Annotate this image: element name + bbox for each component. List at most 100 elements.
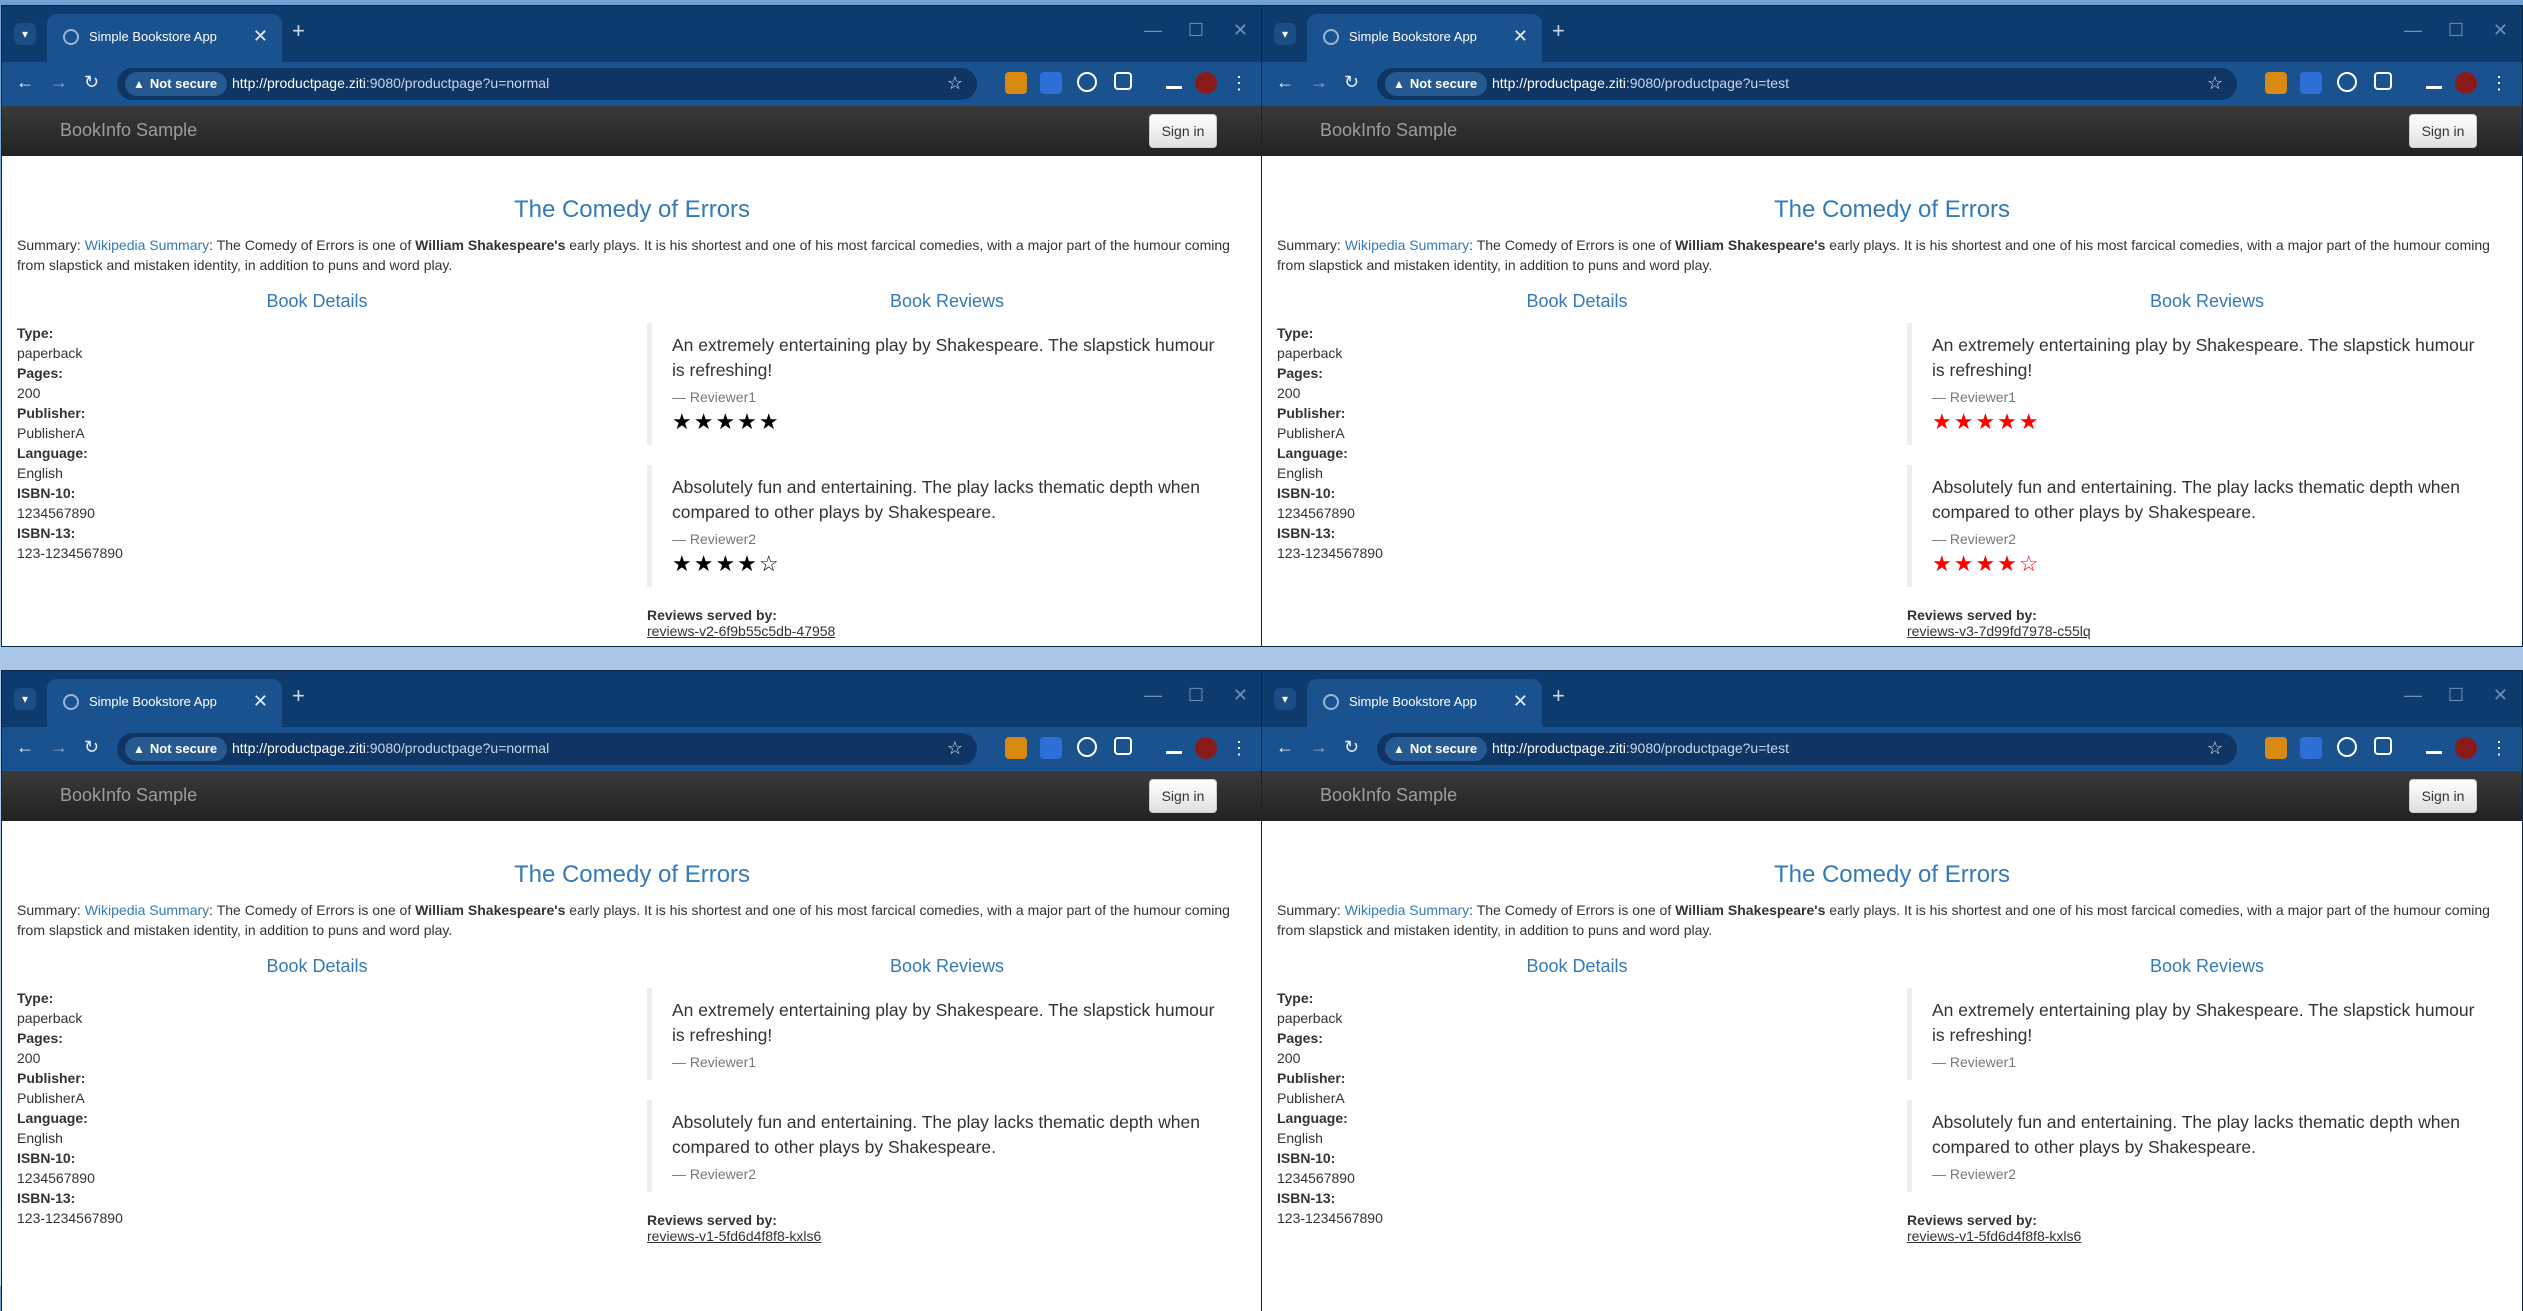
bookmark-star-icon[interactable]: ☆: [2207, 738, 2223, 759]
menu-kebab-icon[interactable]: ⋮: [1228, 72, 1250, 94]
menu-kebab-icon[interactable]: ⋮: [1228, 737, 1250, 759]
new-tab-icon[interactable]: +: [1552, 683, 1565, 709]
maximize-icon[interactable]: ☐: [2448, 685, 2464, 706]
maximize-icon[interactable]: ☐: [1188, 20, 1204, 41]
extension-icon[interactable]: [1005, 72, 1027, 94]
minimize-icon[interactable]: —: [2404, 685, 2422, 706]
brand[interactable]: BookInfo Sample: [1320, 120, 1457, 141]
close-tab-icon[interactable]: ✕: [253, 26, 268, 47]
minimize-icon[interactable]: —: [1144, 20, 1162, 41]
download-icon[interactable]: [2426, 72, 2442, 89]
address-bar[interactable]: ▲ Not secure http://productpage.ziti:9080…: [1377, 68, 2237, 100]
wikipedia-summary-link[interactable]: Wikipedia Summary: [1345, 902, 1469, 918]
brand[interactable]: BookInfo Sample: [60, 120, 197, 141]
extension-icon[interactable]: [1040, 737, 1062, 759]
profile-avatar[interactable]: [1195, 72, 1217, 94]
not-secure-badge[interactable]: ▲ Not secure: [1385, 72, 1488, 96]
extensions-puzzle-icon[interactable]: [2374, 72, 2392, 90]
app-navbar: BookInfo Sample Sign in: [1262, 771, 2522, 821]
wikipedia-summary-link[interactable]: Wikipedia Summary: [85, 902, 209, 918]
extension-icon[interactable]: [1005, 737, 1027, 759]
download-icon[interactable]: [1166, 737, 1182, 754]
reload-icon[interactable]: ↻: [1344, 737, 1359, 758]
maximize-icon[interactable]: ☐: [1188, 685, 1204, 706]
extension-icon[interactable]: [1077, 72, 1097, 92]
extension-icon[interactable]: [2265, 72, 2287, 94]
profile-avatar[interactable]: [1195, 737, 1217, 759]
tab-search-icon[interactable]: ▾: [1274, 23, 1296, 45]
browser-tab[interactable]: Simple Bookstore App ✕: [47, 14, 282, 62]
tab-search-icon[interactable]: ▾: [14, 23, 36, 45]
close-window-icon[interactable]: ✕: [2493, 20, 2508, 41]
new-tab-icon[interactable]: +: [292, 683, 305, 709]
tab-search-icon[interactable]: ▾: [14, 688, 36, 710]
forward-icon[interactable]: →: [50, 737, 68, 758]
bookmark-star-icon[interactable]: ☆: [2207, 73, 2223, 94]
url-text[interactable]: http://productpage.ziti:9080/productpage…: [232, 75, 549, 91]
close-tab-icon[interactable]: ✕: [1513, 26, 1528, 47]
brand[interactable]: BookInfo Sample: [1320, 785, 1457, 806]
extension-icon[interactable]: [2265, 737, 2287, 759]
url-text[interactable]: http://productpage.ziti:9080/productpage…: [232, 740, 549, 756]
browser-tab[interactable]: Simple Bookstore App ✕: [1307, 679, 1542, 727]
maximize-icon[interactable]: ☐: [2448, 20, 2464, 41]
minimize-icon[interactable]: —: [2404, 20, 2422, 41]
address-bar[interactable]: ▲ Not secure http://productpage.ziti:9080…: [1377, 733, 2237, 765]
close-window-icon[interactable]: ✕: [1233, 685, 1248, 706]
extension-icon[interactable]: [2337, 72, 2357, 92]
not-secure-badge[interactable]: ▲ Not secure: [1385, 737, 1488, 761]
extension-icon[interactable]: [1077, 737, 1097, 757]
served-by-pod: reviews-v2-6f9b55c5db-47958: [647, 623, 836, 639]
close-tab-icon[interactable]: ✕: [1513, 691, 1528, 712]
back-icon[interactable]: ←: [16, 737, 34, 758]
bookmark-star-icon[interactable]: ☆: [947, 73, 963, 94]
browser-tab[interactable]: Simple Bookstore App ✕: [1307, 14, 1542, 62]
brand[interactable]: BookInfo Sample: [60, 785, 197, 806]
address-bar[interactable]: ▲ Not secure http://productpage.ziti:9080…: [117, 733, 977, 765]
sign-in-button[interactable]: Sign in: [2409, 114, 2477, 148]
back-icon[interactable]: ←: [1276, 72, 1294, 93]
menu-kebab-icon[interactable]: ⋮: [2488, 737, 2510, 759]
profile-avatar[interactable]: [2455, 737, 2477, 759]
download-icon[interactable]: [2426, 737, 2442, 754]
tab-search-icon[interactable]: ▾: [1274, 688, 1296, 710]
wikipedia-summary-link[interactable]: Wikipedia Summary: [1345, 237, 1469, 253]
reload-icon[interactable]: ↻: [84, 72, 99, 93]
extension-icon[interactable]: [2300, 737, 2322, 759]
forward-icon[interactable]: →: [50, 72, 68, 93]
browser-tab[interactable]: Simple Bookstore App ✕: [47, 679, 282, 727]
forward-icon[interactable]: →: [1310, 72, 1328, 93]
address-bar[interactable]: ▲ Not secure http://productpage.ziti:9080…: [117, 68, 977, 100]
not-secure-badge[interactable]: ▲ Not secure: [125, 737, 228, 761]
close-window-icon[interactable]: ✕: [1233, 20, 1248, 41]
extension-icon[interactable]: [1040, 72, 1062, 94]
wikipedia-summary-link[interactable]: Wikipedia Summary: [85, 237, 209, 253]
menu-kebab-icon[interactable]: ⋮: [2488, 72, 2510, 94]
close-window-icon[interactable]: ✕: [2493, 685, 2508, 706]
profile-avatar[interactable]: [2455, 72, 2477, 94]
forward-icon[interactable]: →: [1310, 737, 1328, 758]
served-by-label: Reviews served by:: [647, 1212, 777, 1228]
sign-in-button[interactable]: Sign in: [1149, 779, 1217, 813]
extension-icon[interactable]: [2337, 737, 2357, 757]
minimize-icon[interactable]: —: [1144, 685, 1162, 706]
back-icon[interactable]: ←: [16, 72, 34, 93]
download-icon[interactable]: [1166, 72, 1182, 89]
close-tab-icon[interactable]: ✕: [253, 691, 268, 712]
not-secure-badge[interactable]: ▲ Not secure: [125, 72, 228, 96]
sign-in-button[interactable]: Sign in: [2409, 779, 2477, 813]
extensions-puzzle-icon[interactable]: [1114, 737, 1132, 755]
new-tab-icon[interactable]: +: [1552, 18, 1565, 44]
sign-in-button[interactable]: Sign in: [1149, 114, 1217, 148]
url-text[interactable]: http://productpage.ziti:9080/productpage…: [1492, 740, 1789, 756]
bookmark-star-icon[interactable]: ☆: [947, 738, 963, 759]
back-icon[interactable]: ←: [1276, 737, 1294, 758]
reload-icon[interactable]: ↻: [84, 737, 99, 758]
extension-icon[interactable]: [2300, 72, 2322, 94]
reload-icon[interactable]: ↻: [1344, 72, 1359, 93]
new-tab-icon[interactable]: +: [292, 18, 305, 44]
url-text[interactable]: http://productpage.ziti:9080/productpage…: [1492, 75, 1789, 91]
summary-mid: : The Comedy of Errors is one of: [1469, 237, 1676, 253]
extensions-puzzle-icon[interactable]: [2374, 737, 2392, 755]
extensions-puzzle-icon[interactable]: [1114, 72, 1132, 90]
